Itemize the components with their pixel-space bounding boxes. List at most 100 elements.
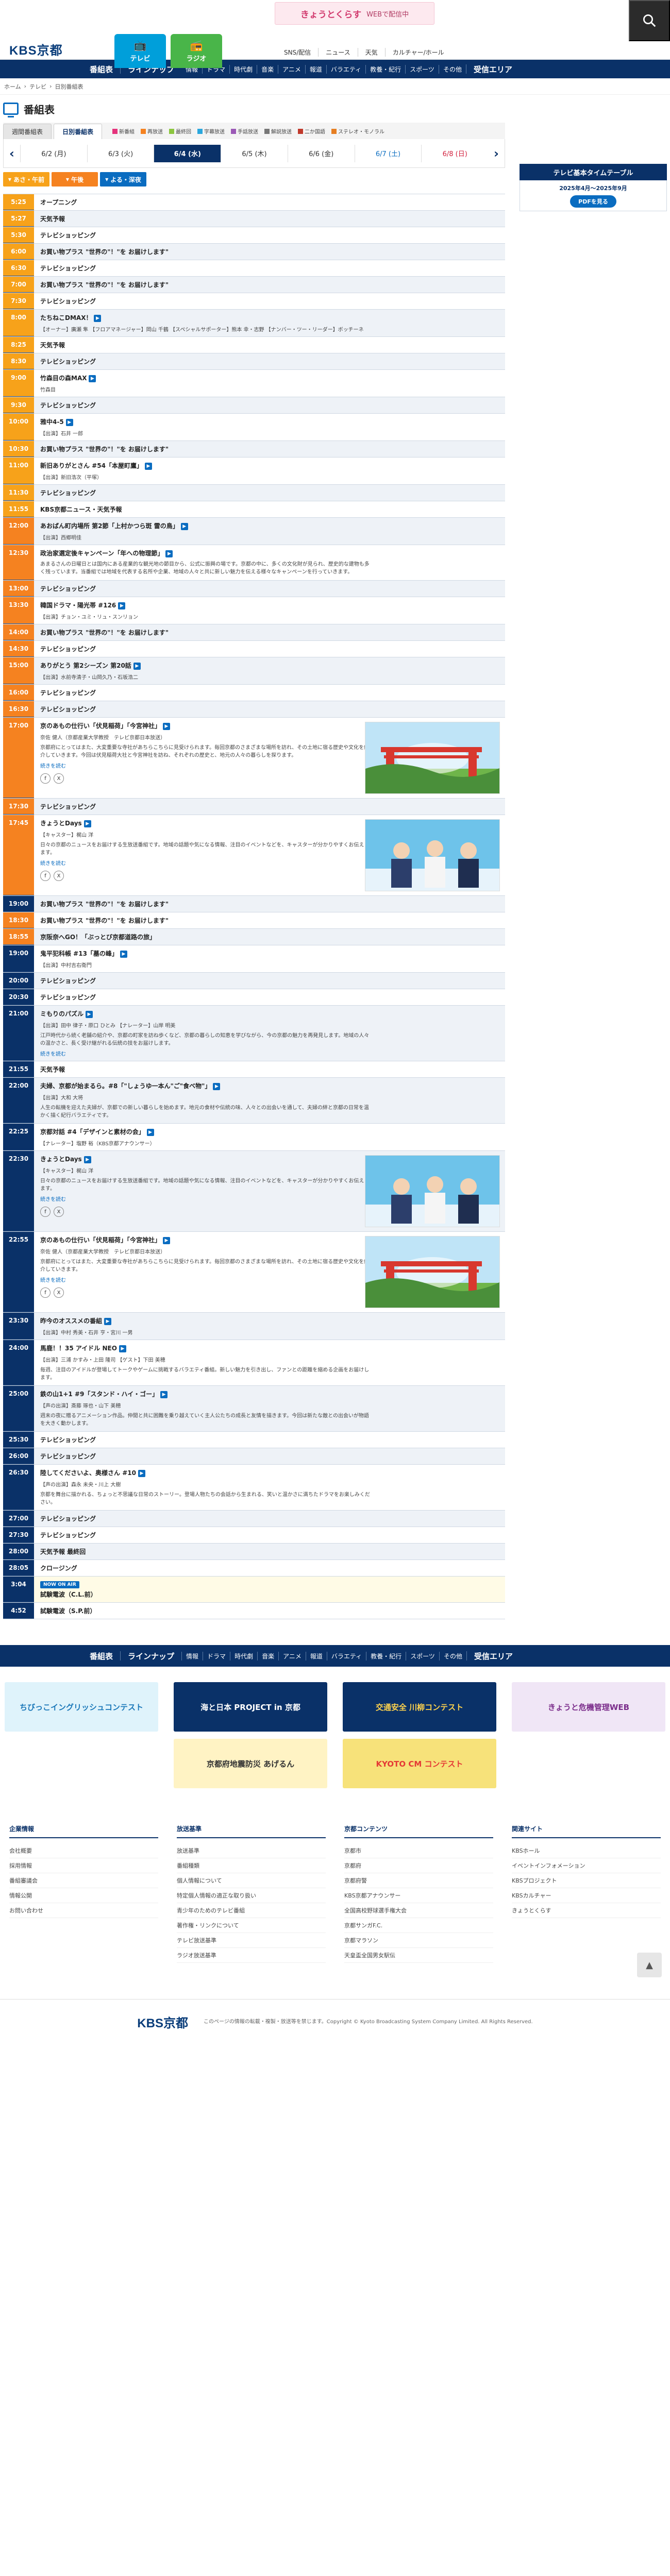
program-title[interactable]: ミもりのパズル ▶ [40, 1009, 499, 1018]
program-cell[interactable]: テレビショッピング [34, 1527, 505, 1543]
program-title[interactable]: お買い物プラス "世界の"！"を お届けします" [40, 247, 499, 256]
program-cell[interactable]: 試験電波（S.P.前） [34, 1603, 505, 1619]
nav-genre-link[interactable]: その他 [438, 64, 466, 74]
program-title[interactable]: お買い物プラス "世界の"！"を お届けします" [40, 628, 499, 637]
footer-link[interactable]: KBSカルチャー [512, 1888, 661, 1903]
date-tab[interactable]: 6/7 (土) [354, 144, 422, 162]
footer-link[interactable]: 著作権・リンクについて [177, 1918, 326, 1933]
program-title[interactable]: テレビショッピング [40, 1514, 499, 1523]
banner-4[interactable]: きょうと危機管理WEB [512, 1682, 665, 1732]
program-cell[interactable]: テレビショッピング [34, 685, 505, 701]
program-title[interactable]: テレビショッピング [40, 705, 499, 714]
program-title[interactable]: 鉄の山1+1 #9「スタンド・ハイ・ゴー」 ▶ [40, 1389, 499, 1398]
tab-radio[interactable]: 📻 ラジオ [171, 34, 222, 68]
scroll-top-button[interactable]: ▲ [637, 1953, 662, 1977]
footer-link[interactable]: 京都府 [344, 1858, 493, 1873]
program-cell[interactable]: 京都対話 #4「デザインと素材の会」 ▶ 【ナレーター】塩野 裕（KBS京都アナウン… [34, 1124, 505, 1150]
program-cell[interactable]: 天気予報 [34, 337, 505, 353]
program-cell[interactable]: テレビショッピング [34, 799, 505, 815]
share-icon[interactable]: X [54, 1287, 64, 1298]
banner-2[interactable]: 海と日本 PROJECT in 京都 [174, 1682, 327, 1732]
program-title[interactable]: 鬼平犯科帳 #13「墓の峰」 ▶ [40, 949, 499, 958]
program-title[interactable]: 韓国ドラマ・陽光帯 #126 ▶ [40, 601, 499, 609]
program-cell[interactable]: テレビショッピング [34, 485, 505, 501]
share-icon[interactable]: f [40, 1207, 51, 1217]
footer-link[interactable]: お問い合わせ [9, 1903, 158, 1918]
program-title[interactable]: テレビショッピング [40, 1531, 499, 1539]
nav-genre-link[interactable]: その他 [439, 1651, 466, 1660]
date-tab[interactable]: 6/6 (金) [287, 144, 355, 162]
header-link-weather[interactable]: 天気 [357, 48, 385, 57]
footer-link[interactable]: KBSホール [512, 1843, 661, 1858]
program-cell[interactable]: オープニング [34, 194, 505, 210]
share-icon[interactable]: X [54, 1207, 64, 1217]
footer-link[interactable]: 京都サンガF.C. [344, 1918, 493, 1933]
program-thumbnail[interactable] [365, 722, 500, 794]
program-title[interactable]: 天気予報 [40, 214, 499, 223]
program-title[interactable]: 試験電波（S.P.前） [40, 1606, 499, 1615]
footer-link[interactable]: 番組種類 [177, 1858, 326, 1873]
zone-night[interactable]: よる・深夜 [100, 172, 146, 187]
program-title[interactable]: ありがとう 第2シーズン 第20話 ▶ [40, 661, 499, 670]
program-cell[interactable]: 新旧ありがとさん #54「本屋町鷹」 ▶ 【出演】新旧浩次（平塚） [34, 457, 505, 484]
share-icon[interactable]: X [54, 773, 64, 784]
program-title[interactable]: お買い物プラス "世界の"！"を お届けします" [40, 916, 499, 925]
pdf-button[interactable]: PDFを見る [570, 195, 616, 208]
program-cell[interactable]: NOW ON AIR 試験電波（C.L.前） [34, 1577, 505, 1602]
nav-genre-link[interactable]: 時代劇 [229, 64, 257, 74]
nav-genre-link[interactable]: 音楽 [257, 1651, 278, 1660]
program-cell[interactable]: クロージング [34, 1560, 505, 1576]
program-title[interactable]: 京都対話 #4「デザインと素材の会」 ▶ [40, 1127, 499, 1136]
banner-3[interactable]: 交通安全 川柳コンテスト [343, 1682, 496, 1732]
program-cell[interactable]: テレビショッピング [34, 1432, 505, 1448]
date-tab[interactable]: 6/5 (木) [221, 144, 288, 162]
program-title[interactable]: 昨今のオススメの番組 ▶ [40, 1316, 499, 1325]
nav-genre-link[interactable]: 教養・紀行 [365, 64, 405, 74]
banner-1[interactable]: ちびっこイングリッシュコンテスト [5, 1682, 158, 1732]
program-title[interactable]: 京阪奈へGO！「ぶっとび京都道路の旅」 [40, 933, 499, 941]
program-title[interactable]: 政治家選定後キャンペーン「年への物理節」 ▶ [40, 549, 499, 557]
program-title[interactable]: テレビショッピング [40, 645, 499, 653]
program-title[interactable]: 夫婦、京都が始まるら。#8「"しょうゆ一本ん"ご"食べ物"」 ▶ [40, 1081, 499, 1090]
program-cell[interactable]: たちねこDMAX！ ▶ 【オーナー】廣瀬 隼 【フロアマネージャー】岡山 千鶴 【ス… [34, 310, 505, 336]
program-title[interactable]: テレビショッピング [40, 688, 499, 697]
gnav-area[interactable]: 受信エリア [466, 64, 520, 75]
breadcrumb-home[interactable]: ホーム [4, 82, 21, 91]
program-title[interactable]: テレビショッピング [40, 584, 499, 593]
share-icon[interactable]: f [40, 1287, 51, 1298]
header-banner[interactable]: きょうとくらす WEBで配信中 [275, 2, 434, 25]
program-cell[interactable]: 天気予報 最終回 [34, 1544, 505, 1560]
program-cell[interactable]: テレビショッピング [34, 260, 505, 276]
tab-daily[interactable]: 日別番組表 [54, 124, 103, 139]
program-cell[interactable]: 鬼平犯科帳 #13「墓の峰」 ▶ 【出演】中村吉右衛門 [34, 945, 505, 972]
program-cell[interactable]: テレビショッピング [34, 293, 505, 309]
program-cell[interactable]: テレビショッピング [34, 353, 505, 369]
program-title[interactable]: テレビショッピング [40, 1452, 499, 1461]
program-cell[interactable]: お買い物プラス "世界の"！"を お届けします" [34, 896, 505, 912]
prev-week-arrow-icon[interactable]: ‹ [4, 146, 20, 161]
program-title[interactable]: テレビショッピング [40, 488, 499, 497]
fnav-lineup[interactable]: ラインナップ [121, 1651, 181, 1662]
nav-genre-link[interactable]: 情報 [181, 1651, 203, 1660]
program-cell[interactable]: 雅中4-5 ▶ 【出演】石井 一郎 [34, 414, 505, 440]
program-cell[interactable]: お買い物プラス "世界の"！"を お届けします" [34, 277, 505, 293]
program-title[interactable]: 天気予報 [40, 341, 499, 349]
date-tab[interactable]: 6/2 (月) [20, 144, 87, 162]
footer-link[interactable]: 青少年のためのテレビ番組 [177, 1903, 326, 1918]
nav-genre-link[interactable]: 報道 [305, 64, 326, 74]
nav-genre-link[interactable]: バラエティ [326, 64, 365, 74]
program-title[interactable]: テレビショッピング [40, 401, 499, 410]
tab-tv[interactable]: 📺 テレビ [114, 34, 166, 68]
zone-afternoon[interactable]: 午後 [52, 172, 98, 187]
nav-genre-link[interactable]: ドラマ [203, 1651, 230, 1660]
footer-link[interactable]: 京都マラソン [344, 1933, 493, 1948]
nav-genre-link[interactable]: スポーツ [405, 64, 439, 74]
nav-genre-link[interactable]: 音楽 [257, 64, 278, 74]
read-more-link[interactable]: 続きを読む [40, 1049, 499, 1057]
breadcrumb-tv[interactable]: テレビ [29, 82, 46, 91]
program-thumbnail[interactable] [365, 1155, 500, 1227]
program-cell[interactable]: KBS京都ニュース・天気予報 [34, 501, 505, 517]
program-title[interactable]: 試験電波（C.L.前） [40, 1590, 499, 1599]
nav-genre-link[interactable]: バラエティ [326, 1651, 366, 1660]
tab-weekly[interactable]: 週間番組表 [3, 124, 52, 139]
